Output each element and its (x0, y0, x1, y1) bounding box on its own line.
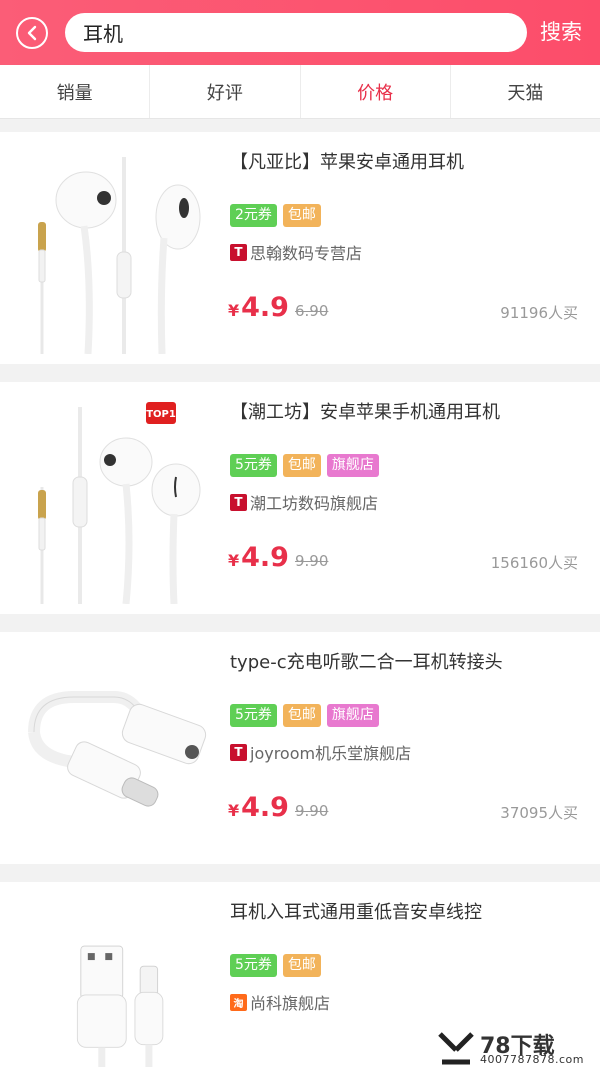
product-tags: 2元券 包邮 (230, 204, 321, 227)
flagship-tag: 旗舰店 (326, 454, 379, 477)
product-title: 【凡亚比】苹果安卓通用耳机 (230, 152, 464, 173)
watermark-logo-icon (438, 1032, 474, 1065)
free-shipping-tag: 包邮 (282, 454, 321, 477)
coupon-tag: 5元券 (230, 704, 277, 727)
current-price: 4.9 (241, 792, 289, 823)
shop-name[interactable]: T joyroom机乐堂旗舰店 (230, 740, 411, 764)
current-price: 4.9 (241, 542, 289, 573)
tab-rating[interactable]: 好评 (150, 65, 301, 118)
search-input[interactable] (83, 20, 503, 45)
currency-symbol: ¥ (228, 551, 240, 570)
tab-sales[interactable]: 销量 (0, 65, 151, 118)
shop-label: 潮工坊数码旗舰店 (250, 494, 379, 513)
sales-count: 37095人买 (500, 804, 578, 822)
product-title: type-c充电听歌二合一耳机转接头 (230, 652, 503, 673)
tab-price[interactable]: 价格 (301, 65, 451, 118)
tmall-icon: T (230, 243, 247, 261)
original-price: 9.90 (294, 802, 329, 820)
shop-name[interactable]: T 潮工坊数码旗舰店 (230, 490, 378, 514)
product-title: 【潮工坊】安卓苹果手机通用耳机 (230, 402, 500, 423)
white-earphones-icon: TOP1 (38, 402, 201, 604)
free-shipping-tag: 包邮 (282, 954, 321, 977)
product-tags: 5元券 包邮 (230, 954, 321, 977)
typec-adapter-icon (28, 691, 207, 807)
flagship-tag: 旗舰店 (326, 704, 379, 727)
watermark-url: 4007787878.com (480, 1053, 584, 1066)
product-title: 耳机入耳式通用重低音安卓线控 (230, 902, 482, 923)
shop-name[interactable]: T 思翰数码专营店 (230, 240, 362, 264)
back-button[interactable] (16, 17, 48, 49)
chevron-left-icon (27, 25, 37, 41)
currency-symbol: ¥ (228, 301, 240, 320)
tmall-icon: T (230, 493, 247, 511)
sales-count: 91196人买 (500, 304, 578, 322)
usb-cable-icon (76, 945, 164, 1067)
top1-badge: TOP1 (146, 409, 176, 420)
price: ¥ 4.9 9.90 (228, 792, 328, 823)
site-watermark: 78下载 4007787878.com (436, 1030, 596, 1067)
shop-name[interactable]: 淘 尚科旗舰店 (230, 990, 330, 1014)
tab-tmall[interactable]: 天猫 (451, 65, 600, 118)
product-card[interactable]: TOP1 【潮工坊】安卓苹果手机通用耳机 5元券 包邮 旗舰店 T 潮工坊数码旗… (0, 382, 600, 614)
sort-tabs: 销量 好评 价格 天猫 (0, 65, 600, 119)
product-card[interactable]: type-c充电听歌二合一耳机转接头 5元券 包邮 旗舰店 T joyroom机… (0, 632, 600, 864)
shop-label: joyroom机乐堂旗舰店 (250, 744, 412, 763)
free-shipping-tag: 包邮 (282, 204, 321, 227)
product-card[interactable]: 【凡亚比】苹果安卓通用耳机 2元券 包邮 T 思翰数码专营店 ¥ 4.9 6.9… (0, 132, 600, 364)
product-tags: 5元券 包邮 旗舰店 (230, 704, 379, 727)
original-price: 6.90 (294, 302, 329, 320)
coupon-tag: 2元券 (230, 204, 277, 227)
white-earphones-icon (38, 157, 201, 354)
product-tags: 5元券 包邮 旗舰店 (230, 454, 379, 477)
shop-label: 思翰数码专营店 (250, 244, 363, 263)
price: ¥ 4.9 9.90 (228, 542, 328, 573)
coupon-tag: 5元券 (230, 954, 277, 977)
search-box[interactable] (65, 13, 527, 52)
original-price: 9.90 (294, 552, 329, 570)
price: ¥ 4.9 6.90 (228, 292, 328, 323)
tmall-icon: T (230, 743, 247, 761)
shop-label: 尚科旗舰店 (250, 994, 331, 1013)
taobao-icon: 淘 (230, 993, 247, 1011)
currency-symbol: ¥ (228, 801, 240, 820)
free-shipping-tag: 包邮 (282, 704, 321, 727)
top-bar: 搜索 (0, 0, 600, 65)
coupon-tag: 5元券 (230, 454, 277, 477)
search-button[interactable]: 搜索 (540, 18, 582, 46)
current-price: 4.9 (241, 292, 289, 323)
sales-count: 156160人买 (490, 554, 578, 572)
